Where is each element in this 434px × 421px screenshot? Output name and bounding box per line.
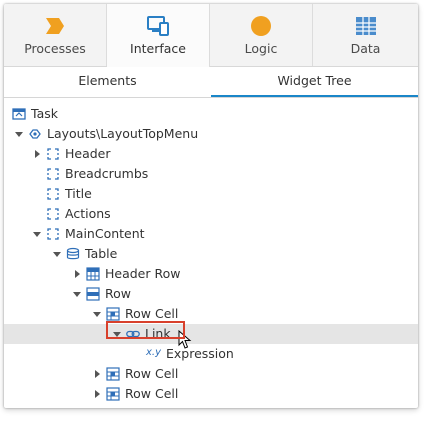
placeholder-icon [47, 188, 59, 200]
tab-data-label: Data [350, 41, 381, 56]
expanded-arrow-icon[interactable] [72, 289, 82, 299]
tree-row-layouts-layouttopmenu[interactable]: Layouts\LayoutTopMenu [4, 124, 418, 144]
collapsed-arrow-icon[interactable] [92, 369, 102, 379]
sub-tab-bar: Elements Widget Tree [4, 67, 418, 98]
logic-icon [251, 16, 271, 36]
placeholder-icon [47, 168, 59, 180]
tree-row-label: Breadcrumbs [65, 166, 149, 181]
tree-row-label: Header [65, 146, 111, 161]
data-icon [355, 17, 376, 35]
selection-highlight-box [106, 321, 185, 339]
tab-logic-label: Logic [244, 41, 278, 56]
tree-row-label: Actions [65, 206, 111, 221]
tree-row-label: Layouts\LayoutTopMenu [47, 126, 199, 141]
table-icon [66, 247, 80, 260]
tree-row-label: Expression [166, 346, 234, 361]
tree-row-row-cell[interactable]: Row Cell [4, 384, 418, 404]
tab-elements[interactable]: Elements [4, 67, 211, 97]
tree-row-label: Title [65, 186, 92, 201]
tree-row-row-cell[interactable]: Row Cell [4, 364, 418, 384]
tree-row-link[interactable]: Link [4, 324, 418, 344]
tree-row-label: Row Cell [125, 306, 179, 321]
collapsed-arrow-icon[interactable] [92, 389, 102, 399]
expanded-arrow-icon[interactable] [92, 309, 102, 319]
placeholder-icon [47, 148, 59, 160]
tree-row-breadcrumbs[interactable]: Breadcrumbs [4, 164, 418, 184]
category-tab-bar: Processes Interface Logic Data [4, 4, 418, 67]
tab-logic[interactable]: Logic [210, 4, 313, 66]
tree-row-label: Row [105, 286, 131, 301]
placeholder-icon [47, 208, 59, 220]
row-cell-icon [106, 367, 120, 381]
task-icon [12, 108, 26, 120]
expression-icon: x.y [146, 347, 162, 358]
placeholder-icon [47, 228, 59, 240]
tree-row-label: Header Row [105, 266, 181, 281]
tree-row-label: Task [31, 106, 58, 121]
expanded-arrow-icon[interactable] [14, 129, 24, 139]
tree-row-table[interactable]: Table [4, 244, 418, 264]
tree-row-label: MainContent [65, 226, 145, 241]
layout-block-icon [29, 129, 41, 139]
expanded-arrow-icon[interactable] [52, 249, 62, 259]
tab-data[interactable]: Data [313, 4, 418, 66]
row-cell-icon [106, 387, 120, 401]
collapsed-arrow-icon[interactable] [32, 149, 42, 159]
tree-row-label: Row Cell [125, 386, 179, 401]
row-icon [86, 287, 100, 301]
tree-row-label: Table [85, 246, 118, 261]
widget-tree-panel: Processes Interface Logic Data Elements [4, 4, 418, 408]
tree-row-row-cell[interactable]: Row Cell [4, 304, 418, 324]
tab-interface[interactable]: Interface [107, 4, 210, 67]
tree-row-title[interactable]: Title [4, 184, 418, 204]
tab-widget-tree[interactable]: Widget Tree [211, 67, 418, 97]
tree-row-expression[interactable]: x.y Expression [4, 344, 418, 364]
collapsed-arrow-icon[interactable] [72, 269, 82, 279]
expanded-arrow-icon[interactable] [32, 229, 42, 239]
tree-row-maincontent[interactable]: MainContent [4, 224, 418, 244]
tab-processes[interactable]: Processes [4, 4, 107, 66]
tree-row-header[interactable]: Header [4, 144, 418, 164]
tab-processes-label: Processes [24, 41, 86, 56]
tree-row-task[interactable]: Task [4, 104, 418, 124]
interface-icon [147, 16, 169, 36]
tree-row-header-row[interactable]: Header Row [4, 264, 418, 284]
tree-row-label: Row Cell [125, 366, 179, 381]
header-row-icon [86, 267, 100, 281]
row-cell-icon [106, 307, 120, 321]
tree-row-row[interactable]: Row [4, 284, 418, 304]
tree-row-actions[interactable]: Actions [4, 204, 418, 224]
processes-icon [46, 18, 64, 34]
tab-interface-label: Interface [130, 41, 186, 56]
